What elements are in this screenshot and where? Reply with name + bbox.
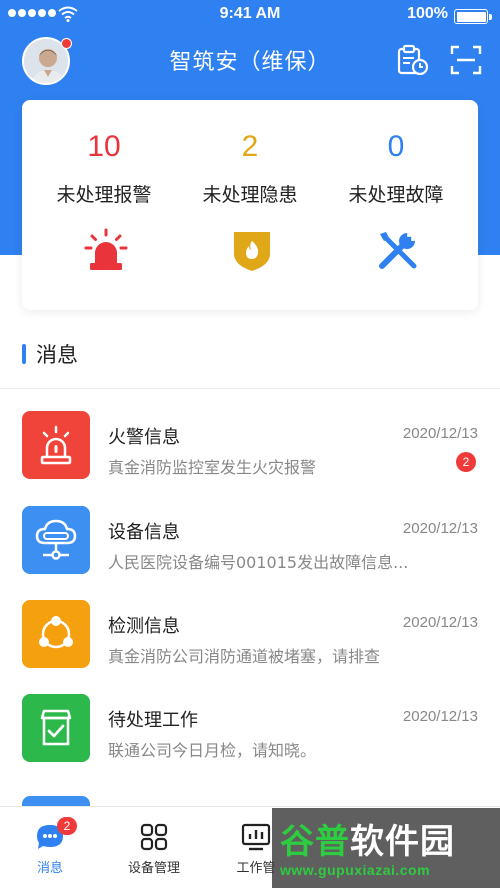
stat-faults[interactable]: 0 未处理故障 [320, 100, 472, 310]
task-box-icon [22, 694, 90, 762]
message-item-fire[interactable]: 火警信息 2020/12/13 真金消防监控室发生火灾报警 2 [0, 411, 500, 491]
fire-shield-icon [234, 232, 270, 271]
stat-alarms-label: 未处理报警 [56, 184, 152, 206]
stat-faults-value: 0 [387, 130, 405, 163]
tab-label: 设备管理 [127, 861, 180, 876]
tools-icon [379, 232, 417, 269]
stat-alarms-value: 10 [87, 130, 121, 163]
message-date: 2020/12/13 [402, 425, 478, 442]
alarm-light-icon [22, 411, 90, 479]
section-header: 消息 [22, 340, 78, 368]
battery-icon [454, 9, 492, 24]
monitor-chart-icon [241, 823, 271, 851]
alarm-light-icon [84, 228, 128, 270]
message-desc: 联通公司今日月检，请知晓。 [108, 741, 317, 760]
grid-icon [140, 823, 168, 851]
watermark-url: www.gupuxiazai.com [280, 862, 431, 878]
message-item-inspection[interactable]: 检测信息 2020/12/13 真金消防公司消防通道被堵塞，请排查 [0, 600, 500, 680]
stat-alarms[interactable]: 10 未处理报警 [28, 100, 180, 310]
tab-device-management[interactable]: 设备管理 [104, 807, 204, 888]
tab-badge: 2 [57, 817, 77, 835]
message-title: 火警信息 [108, 427, 180, 448]
stat-hazards-value: 2 [241, 130, 259, 163]
clipboard-clock-icon[interactable] [394, 42, 430, 78]
watermark-text: 谷普软件园 [280, 822, 455, 862]
stat-faults-label: 未处理故障 [348, 184, 444, 206]
message-date: 2020/12/13 [402, 614, 478, 631]
network-share-icon [22, 600, 90, 668]
tab-label: 消息 [36, 861, 63, 876]
message-desc: 真金消防公司消防通道被堵塞，请排查 [108, 647, 381, 666]
stat-hazards-label: 未处理隐患 [202, 184, 298, 206]
tab-messages[interactable]: 2 消息 [0, 807, 100, 888]
section-accent-bar [22, 344, 26, 364]
cloud-device-icon [22, 506, 90, 574]
section-title: 消息 [36, 343, 78, 367]
unread-badge: 2 [456, 452, 476, 472]
message-item-device[interactable]: 设备信息 2020/12/13 人民医院设备编号001015发出故障信息... [0, 506, 500, 586]
status-bar: 9:41 AM 100% [0, 0, 500, 30]
message-date: 2020/12/13 [402, 520, 478, 537]
message-date: 2020/12/13 [402, 708, 478, 725]
scan-icon[interactable] [448, 42, 484, 78]
message-item-pending-work[interactable]: 待处理工作 2020/12/13 联通公司今日月检，请知晓。 [0, 694, 500, 774]
message-title: 待处理工作 [108, 710, 198, 731]
message-title: 设备信息 [108, 522, 180, 543]
divider [0, 388, 500, 389]
battery-percent: 100% [407, 5, 448, 22]
message-title: 检测信息 [108, 616, 180, 637]
message-desc: 真金消防监控室发生火灾报警 [108, 458, 317, 477]
stats-card: 10 未处理报警 2 未处理隐患 0 未处理故障 [22, 100, 478, 310]
watermark-overlay: 谷普软件园 www.gupuxiazai.com [272, 808, 500, 888]
message-desc: 人民医院设备编号001015发出故障信息... [108, 553, 409, 572]
stat-hazards[interactable]: 2 未处理隐患 [174, 100, 326, 310]
